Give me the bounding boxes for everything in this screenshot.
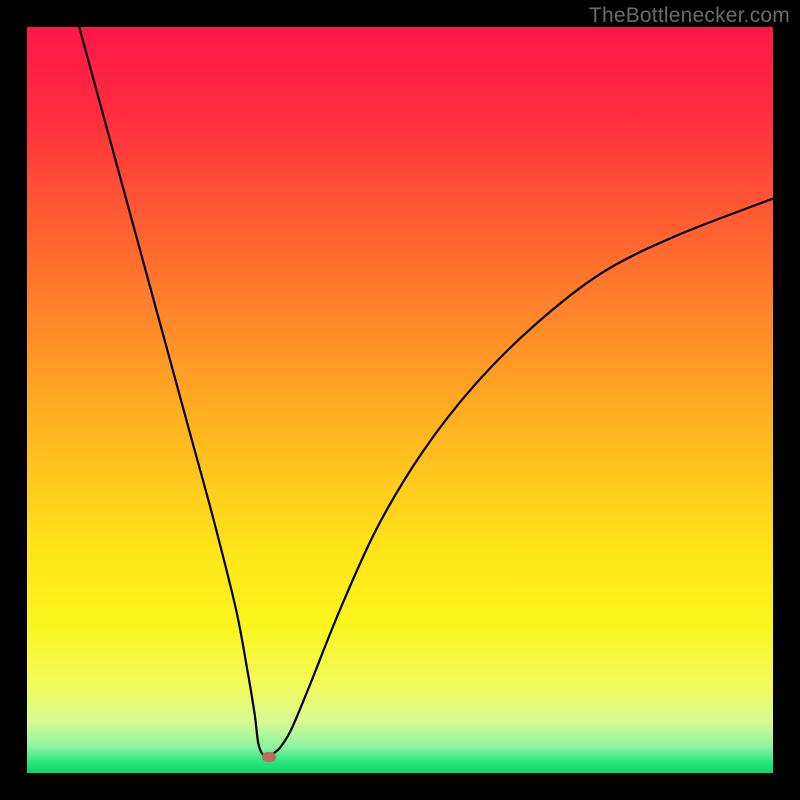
watermark-text: TheBottlenecker.com — [589, 4, 790, 28]
bottleneck-curve — [27, 27, 773, 773]
chart-frame: TheBottlenecker.com — [0, 0, 800, 800]
plot-area — [27, 27, 773, 773]
optimal-point-marker — [262, 752, 276, 762]
